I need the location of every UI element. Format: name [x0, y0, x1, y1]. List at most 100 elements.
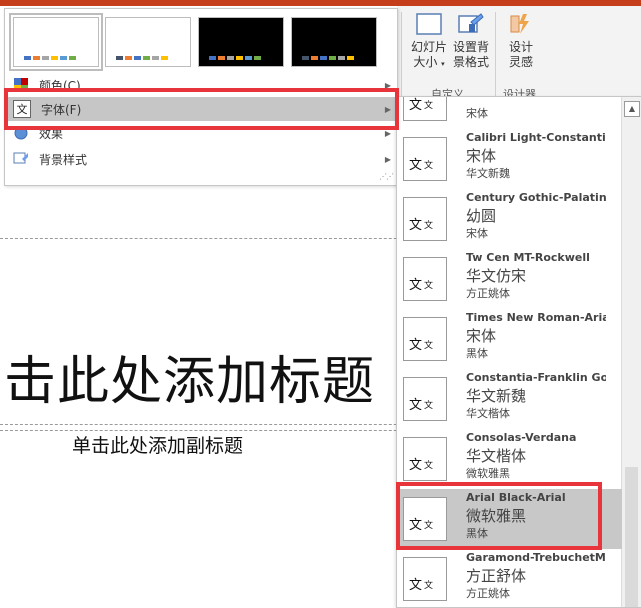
menu-item-background-styles[interactable]: 背景样式 ▶ [7, 147, 395, 171]
menu-item-colors-label: 颜色(C) [39, 78, 81, 93]
font-body-sample: 方正姚体 [466, 287, 510, 300]
scrollbar-thumb[interactable] [625, 467, 638, 607]
font-preview-glyph-small: 文 [424, 581, 434, 591]
menu-item-fonts[interactable]: 文 字体(F) ▶ [7, 97, 395, 121]
font-preview-glyph: 文 [409, 338, 423, 353]
font-preview-thumbnail: 文文 [403, 257, 447, 301]
color-swatch [143, 56, 150, 60]
chevron-right-icon: ▶ [384, 128, 392, 138]
scroll-up-icon[interactable]: ▲ [624, 101, 640, 117]
font-preview-thumbnail: 文文 [403, 137, 447, 181]
font-preview-glyph: 文 [409, 218, 423, 233]
color-swatch [161, 56, 168, 60]
design-ideas-icon [510, 14, 529, 34]
font-theme-item[interactable]: 文文 Garamond-TrebuchetMs 方正舒体 方正姚体 [397, 549, 622, 607]
variant-thumbnail[interactable] [291, 17, 377, 67]
font-theme-item[interactable]: 文文宋体 [397, 97, 622, 129]
font-body-sample: 黑体 [466, 347, 488, 360]
font-preview-thumbnail: 文文 [403, 317, 447, 361]
color-swatch [125, 56, 132, 60]
color-swatch [209, 56, 216, 60]
font-theme-item[interactable]: 文文 Tw Cen MT-Rockwell 华文仿宋 方正姚体 [397, 249, 622, 309]
font-theme-name: Calibri Light-Constantia [466, 131, 606, 144]
font-preview-glyph-small: 文 [424, 281, 434, 291]
color-swatch [245, 56, 252, 60]
effects-icon [13, 125, 29, 141]
font-heading-sample: 华文楷体 [466, 447, 527, 465]
design-ideas-label-1: 设计 [508, 40, 533, 54]
design-ideas-label-2: 灵感 [508, 55, 533, 69]
format-background-button[interactable]: 设置背 景格式 [451, 12, 491, 70]
color-swatch [116, 56, 123, 60]
font-theme-item[interactable]: 文文 Arial Black-Arial 微软雅黑 黑体 [397, 489, 622, 549]
variant-swatches [302, 56, 354, 60]
format-background-label-1: 设置背 [452, 40, 489, 54]
color-swatch [24, 56, 31, 60]
font-heading-sample: 幼圆 [466, 207, 497, 225]
ribbon-separator [495, 12, 496, 98]
font-theme-item[interactable]: 文文 Calibri Light-Constantia 宋体 华文新魏 [397, 129, 622, 189]
font-body-sample: 黑体 [466, 527, 488, 540]
font-preview-glyph-small: 文 [424, 401, 434, 411]
color-swatch [254, 56, 261, 60]
chevron-right-icon: ▶ [384, 104, 392, 114]
chevron-right-icon: ▶ [384, 80, 392, 90]
color-swatch [42, 56, 49, 60]
font-theme-item[interactable]: 文文 Times New Roman-Arial 宋体 黑体 [397, 309, 622, 369]
variant-swatches [116, 56, 168, 60]
color-swatch [236, 56, 243, 60]
fonts-gallery: ▲ 文文宋体文文 Calibri Light-Constantia 宋体 华文新魏文文… [396, 96, 641, 608]
font-preview-glyph-small: 文 [424, 521, 434, 531]
chevron-right-icon: ▶ [384, 154, 392, 164]
font-theme-item[interactable]: 文文 Constantia-Franklin Go... 华文新魏 华文楷体 [397, 369, 622, 429]
font-theme-name: Constantia-Franklin Go... [466, 371, 606, 384]
menu-item-effects[interactable]: 效果 ▶ [7, 121, 395, 145]
format-background-icon [458, 13, 484, 33]
variant-thumbnail[interactable] [198, 17, 284, 67]
font-heading-sample: 宋体 [466, 327, 497, 345]
font-preview-glyph: 文 [409, 98, 423, 113]
font-preview-thumbnail: 文文 [403, 437, 447, 481]
color-swatch [51, 56, 58, 60]
font-theme-name: Garamond-TrebuchetMs [466, 551, 606, 564]
font-heading-sample: 宋体 [466, 147, 497, 165]
font-body-sample: 方正姚体 [466, 587, 510, 600]
font-theme-item[interactable]: 文文 Century Gothic-Palatin... 幼圆 宋体 [397, 189, 622, 249]
color-swatch [69, 56, 76, 60]
gallery-scrollbar[interactable]: ▲ [621, 97, 641, 607]
font-preview-glyph-small: 文 [424, 461, 434, 471]
color-swatch [33, 56, 40, 60]
slide-size-button[interactable]: 幻灯片 大小 ▾ [409, 12, 449, 72]
menu-item-colors[interactable]: 颜色(C) ▶ [7, 73, 395, 97]
font-preview-glyph-small: 文 [424, 221, 434, 231]
color-swatch [338, 56, 345, 60]
font-preview-glyph: 文 [409, 398, 423, 413]
colors-icon [13, 77, 29, 93]
font-preview-thumbnail: 文文 [403, 97, 447, 121]
font-theme-name: Tw Cen MT-Rockwell [466, 251, 590, 264]
fonts-icon: 文 [13, 100, 31, 118]
slide-subtitle-placeholder[interactable]: 单击此处添加副标题 [72, 431, 243, 458]
variant-swatches [209, 56, 261, 60]
slide-title-placeholder[interactable]: 击此处添加标题 [4, 347, 375, 417]
font-body-sample: 华文楷体 [466, 407, 510, 420]
color-swatch [218, 56, 225, 60]
font-theme-item[interactable]: 文文 Consolas-Verdana 华文楷体 微软雅黑 [397, 429, 622, 489]
color-swatch [152, 56, 159, 60]
variant-thumbnail[interactable] [9, 13, 103, 71]
color-swatch [329, 56, 336, 60]
color-swatch [60, 56, 67, 60]
font-preview-glyph-small: 文 [424, 341, 434, 351]
design-ideas-button[interactable]: 设计 灵感 [501, 12, 541, 70]
font-preview-thumbnail: 文文 [403, 557, 447, 601]
font-theme-name: Arial Black-Arial [466, 491, 566, 504]
font-theme-name: Consolas-Verdana [466, 431, 577, 444]
resize-grip-icon[interactable]: ⋰⋰ [379, 172, 394, 181]
font-theme-name: Century Gothic-Palatin... [466, 191, 606, 204]
variant-thumbnail[interactable] [105, 17, 191, 67]
font-preview-glyph: 文 [409, 458, 423, 473]
font-preview-glyph: 文 [409, 578, 423, 593]
font-preview-glyph: 文 [409, 158, 423, 173]
slide-size-label-1: 幻灯片 [410, 40, 447, 54]
color-swatch [134, 56, 141, 60]
